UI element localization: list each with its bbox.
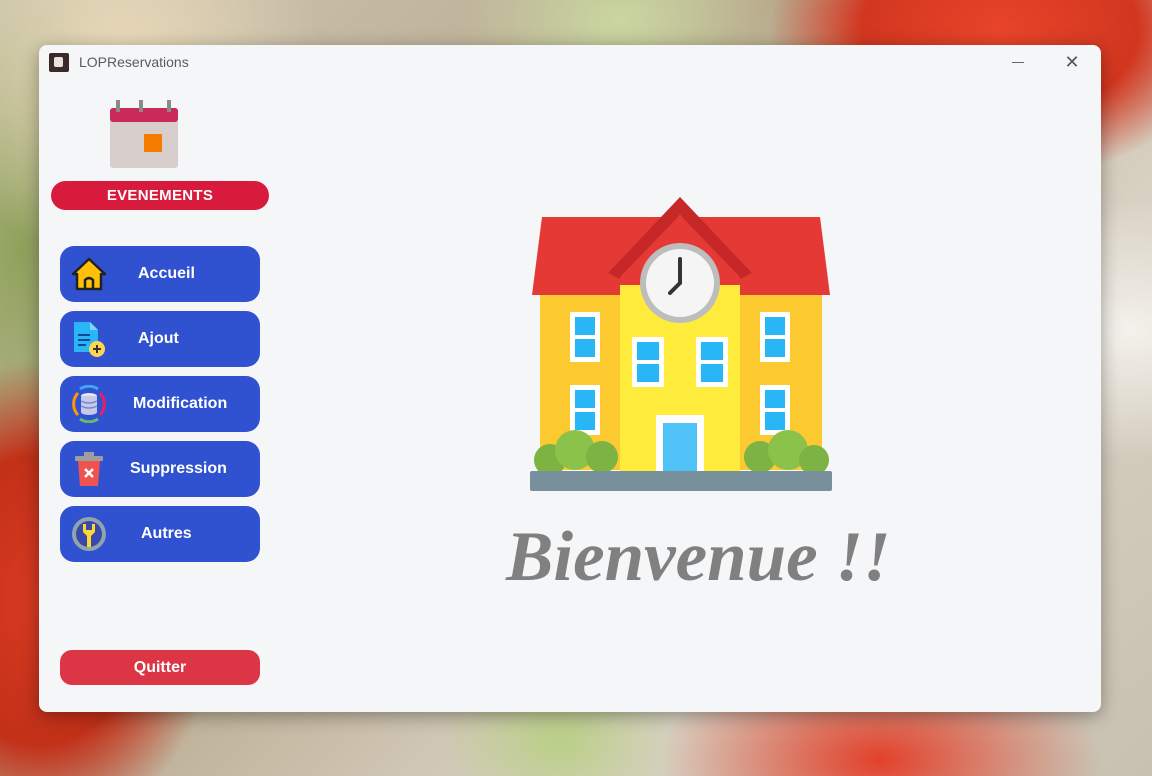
close-button[interactable]: ✕ xyxy=(1049,45,1095,79)
nav-label-suppression: Suppression xyxy=(130,460,227,477)
nav-button-ajout[interactable]: Ajout xyxy=(60,311,260,367)
nav-label-ajout: Ajout xyxy=(138,330,179,347)
window-title: LOPReservations xyxy=(79,54,189,70)
house-icon xyxy=(71,257,107,291)
minimize-button[interactable] xyxy=(995,45,1041,79)
events-button[interactable]: EVENEMENTS xyxy=(51,181,269,210)
nav-button-accueil[interactable]: Accueil xyxy=(60,246,260,302)
database-sync-icon xyxy=(72,385,106,423)
add-document-icon xyxy=(74,322,105,357)
nav-button-autres[interactable]: Autres xyxy=(60,506,260,562)
nav-label-autres: Autres xyxy=(141,525,192,542)
calendar-icon xyxy=(110,100,178,168)
nav-button-suppression[interactable]: Suppression xyxy=(60,441,260,497)
nav-label-accueil: Accueil xyxy=(138,265,195,282)
app-window: LOPReservations ✕ EVENEMENTS Accueil Ajo… xyxy=(39,45,1101,712)
nav-button-modification[interactable]: Modification xyxy=(60,376,260,432)
minimize-icon xyxy=(1012,61,1024,63)
school-building-icon xyxy=(530,197,832,491)
settings-wrench-icon xyxy=(72,517,106,551)
app-logo-icon xyxy=(49,53,69,72)
title-bar: LOPReservations ✕ xyxy=(39,45,1101,79)
nav-label-modification: Modification xyxy=(133,395,228,412)
quit-button[interactable]: Quitter xyxy=(60,650,260,685)
trash-icon xyxy=(75,452,103,486)
welcome-heading: Bienvenue !! xyxy=(506,518,891,596)
